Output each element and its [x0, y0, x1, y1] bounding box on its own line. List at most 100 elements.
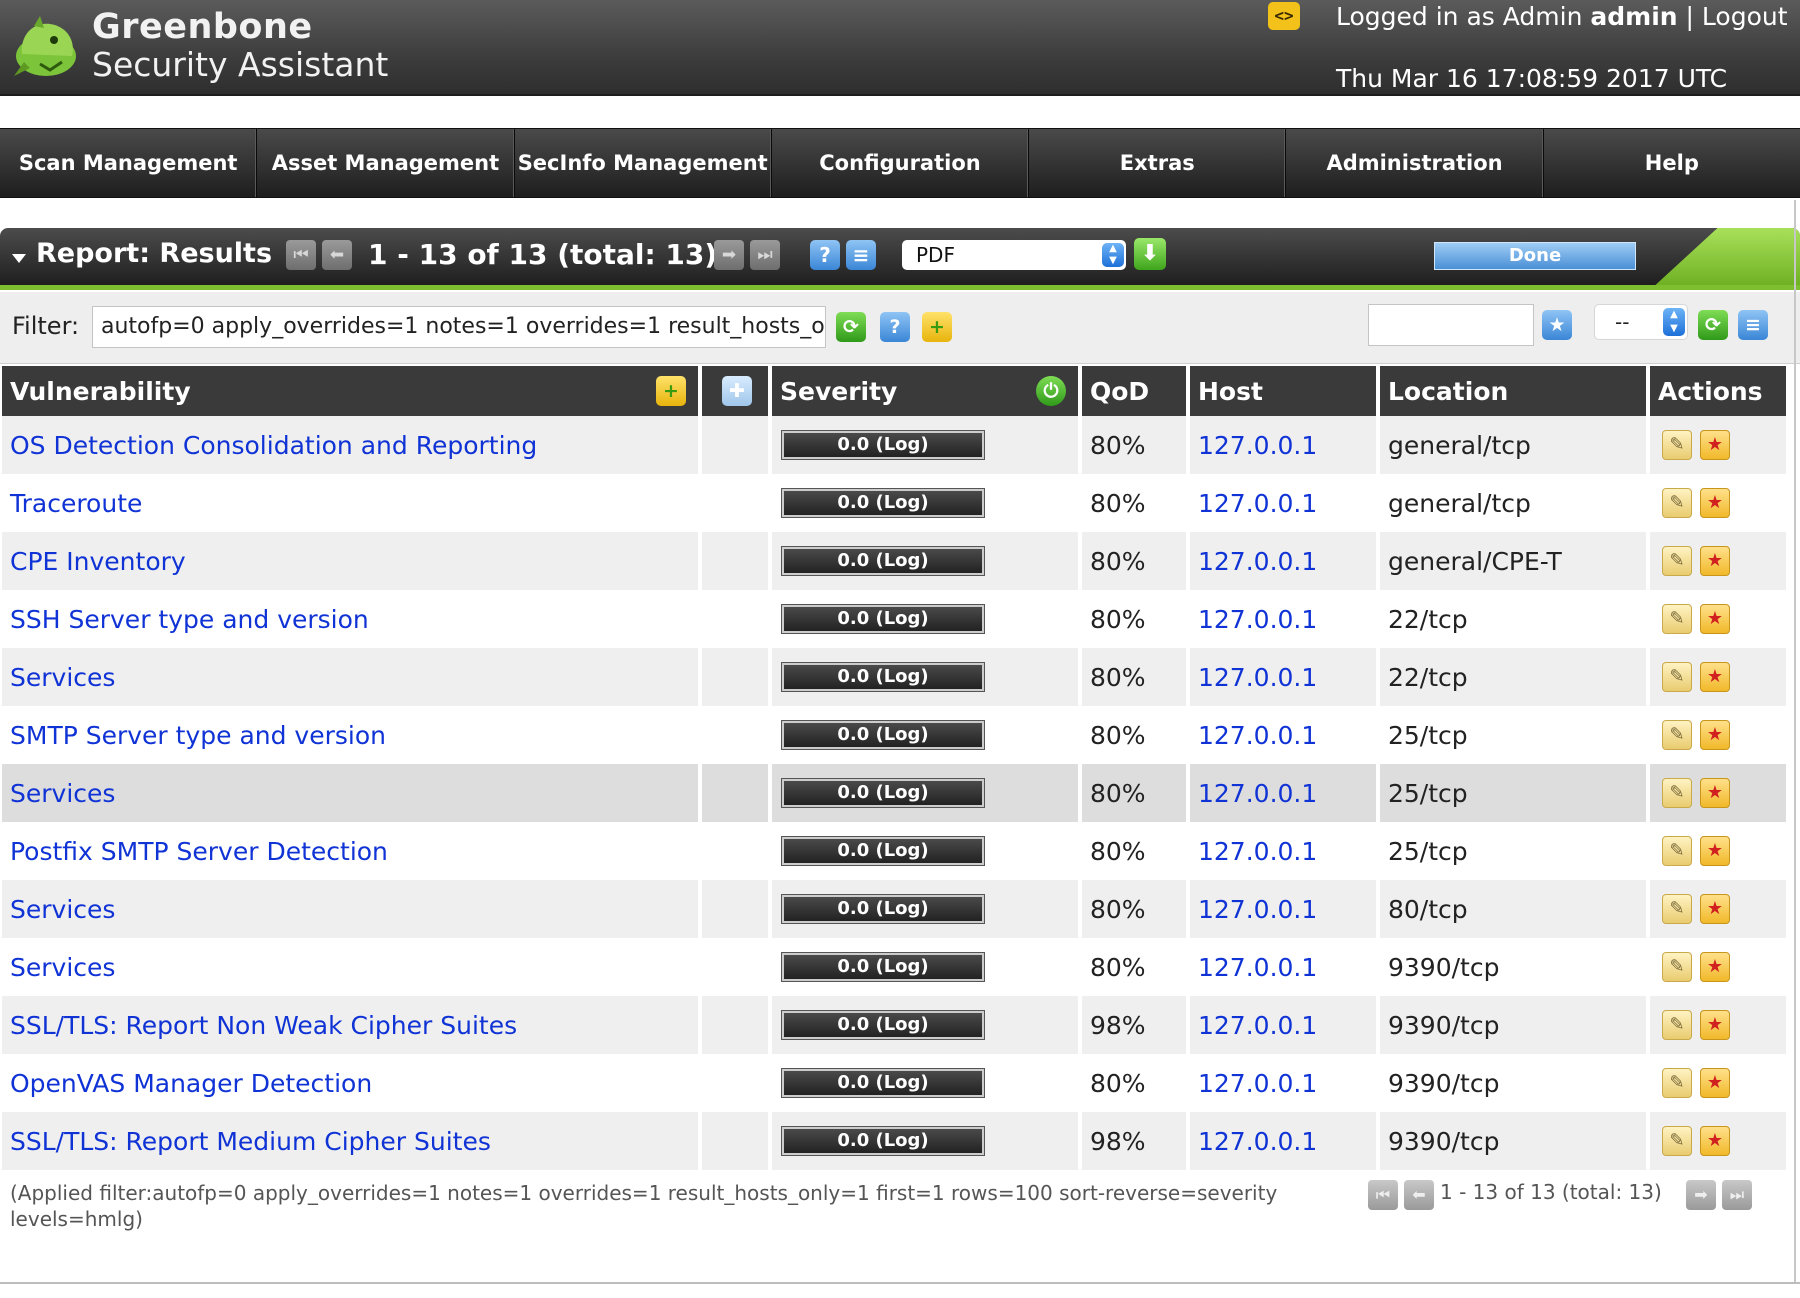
vulnerability-link[interactable]: OpenVAS Manager Detection: [10, 1069, 372, 1098]
column-host[interactable]: Host: [1190, 366, 1376, 416]
add-note-icon[interactable]: ✎: [1662, 1126, 1692, 1156]
host-cell: 127.0.0.1: [1190, 996, 1376, 1054]
add-note-icon[interactable]: ✎: [1662, 836, 1692, 866]
add-override-icon[interactable]: ★: [1700, 720, 1730, 750]
host-link[interactable]: 127.0.0.1: [1198, 547, 1317, 576]
add-note-icon[interactable]: ✎: [1662, 430, 1692, 460]
previous-page-icon[interactable]: ⬅: [322, 240, 352, 270]
vulnerability-link[interactable]: Traceroute: [10, 489, 142, 518]
nav-asset-management[interactable]: Asset Management: [257, 129, 515, 197]
add-override-icon[interactable]: ★: [1700, 952, 1730, 982]
add-override-icon[interactable]: ★: [1700, 836, 1730, 866]
vulnerability-link[interactable]: SSL/TLS: Report Non Weak Cipher Suites: [10, 1011, 517, 1040]
add-override-icon[interactable]: ★: [1700, 778, 1730, 808]
host-link[interactable]: 127.0.0.1: [1198, 779, 1317, 808]
filter-input[interactable]: autofp=0 apply_overrides=1 notes=1 overr…: [92, 306, 826, 348]
nav-administration[interactable]: Administration: [1286, 129, 1544, 197]
host-link[interactable]: 127.0.0.1: [1198, 1127, 1317, 1156]
collapse-toggle-icon[interactable]: [12, 254, 26, 263]
host-link[interactable]: 127.0.0.1: [1198, 837, 1317, 866]
column-location[interactable]: Location: [1380, 366, 1646, 416]
logout-link[interactable]: Logout: [1702, 2, 1788, 31]
download-icon[interactable]: ⬇: [1134, 238, 1166, 270]
host-link[interactable]: 127.0.0.1: [1198, 1011, 1317, 1040]
nav-scan-management[interactable]: Scan Management: [0, 129, 258, 197]
footer-previous-page-icon[interactable]: ⬅: [1404, 1180, 1434, 1210]
vulnerability-link[interactable]: Services: [10, 779, 115, 808]
plugin-cell: [702, 474, 768, 532]
column-vulnerability[interactable]: Vulnerability +: [2, 366, 698, 416]
host-link[interactable]: 127.0.0.1: [1198, 721, 1317, 750]
add-override-icon[interactable]: ★: [1700, 1126, 1730, 1156]
done-button[interactable]: Done: [1434, 242, 1636, 270]
vulnerability-link[interactable]: CPE Inventory: [10, 547, 186, 576]
first-page-icon[interactable]: ⏮: [286, 240, 316, 270]
host-link[interactable]: 127.0.0.1: [1198, 431, 1317, 460]
host-link[interactable]: 127.0.0.1: [1198, 489, 1317, 518]
add-note-icon[interactable]: ✎: [1662, 546, 1692, 576]
filter-name-input[interactable]: [1368, 304, 1534, 346]
vulnerability-link[interactable]: Services: [10, 663, 115, 692]
column-severity[interactable]: Severity ⏻: [772, 366, 1078, 416]
host-link[interactable]: 127.0.0.1: [1198, 1069, 1317, 1098]
host-link[interactable]: 127.0.0.1: [1198, 663, 1317, 692]
nav-configuration[interactable]: Configuration: [772, 129, 1030, 197]
star-icon[interactable]: ★: [1542, 310, 1572, 340]
vulnerability-link[interactable]: OS Detection Consolidation and Reporting: [10, 431, 537, 460]
severity-cell: 0.0 (Log): [772, 648, 1078, 706]
vulnerability-link[interactable]: Services: [10, 895, 115, 924]
add-note-icon[interactable]: ✎: [1662, 604, 1692, 634]
vulnerability-link[interactable]: Services: [10, 953, 115, 982]
switch-filter-icon[interactable]: ⟳: [1698, 310, 1728, 340]
add-override-icon[interactable]: ★: [1700, 604, 1730, 634]
help-icon[interactable]: ?: [810, 240, 840, 270]
nav-help[interactable]: Help: [1544, 129, 1800, 197]
add-note-icon[interactable]: ✎: [1662, 778, 1692, 808]
new-note-icon[interactable]: +: [656, 376, 686, 406]
add-override-icon[interactable]: ★: [1700, 1068, 1730, 1098]
column-qod[interactable]: QoD: [1082, 366, 1186, 416]
add-note-icon[interactable]: ✎: [1662, 662, 1692, 692]
add-note-icon[interactable]: ✎: [1662, 1068, 1692, 1098]
add-note-icon[interactable]: ✎: [1662, 894, 1692, 924]
filter-list-icon[interactable]: ≡: [1738, 310, 1768, 340]
vulnerability-link[interactable]: SSH Server type and version: [10, 605, 369, 634]
code-icon[interactable]: <>: [1268, 2, 1300, 30]
add-override-icon[interactable]: ★: [1700, 488, 1730, 518]
footer-next-page-icon[interactable]: ➡: [1686, 1180, 1716, 1210]
greenbone-logo-icon: [14, 16, 76, 76]
nav-extras[interactable]: Extras: [1029, 129, 1287, 197]
filter-help-icon[interactable]: ?: [880, 312, 910, 342]
add-note-icon[interactable]: ✎: [1662, 1010, 1692, 1040]
refresh-icon[interactable]: ⟳: [836, 312, 866, 342]
last-page-icon[interactable]: ⏭: [750, 240, 780, 270]
location-cell: 9390/tcp: [1380, 1054, 1646, 1112]
add-note-icon[interactable]: ✎: [1662, 952, 1692, 982]
actions-cell: ✎ ★: [1650, 938, 1786, 996]
list-icon[interactable]: ≡: [846, 240, 876, 270]
report-format-select[interactable]: PDF ▲ ▼: [902, 240, 1126, 270]
severity-bar: 0.0 (Log): [781, 952, 985, 982]
add-note-icon[interactable]: ✎: [1662, 488, 1692, 518]
saved-filter-select[interactable]: -- ▲ ▼: [1594, 304, 1688, 340]
new-filter-icon[interactable]: +: [922, 312, 952, 342]
add-override-icon[interactable]: ★: [1700, 430, 1730, 460]
add-override-icon[interactable]: ★: [1700, 894, 1730, 924]
host-link[interactable]: 127.0.0.1: [1198, 953, 1317, 982]
footer-first-page-icon[interactable]: ⏮: [1368, 1180, 1398, 1210]
add-note-icon[interactable]: ✎: [1662, 720, 1692, 750]
vulnerability-link[interactable]: SMTP Server type and version: [10, 721, 386, 750]
vulnerability-link[interactable]: SSL/TLS: Report Medium Cipher Suites: [10, 1127, 491, 1156]
vulnerability-link[interactable]: Postfix SMTP Server Detection: [10, 837, 388, 866]
actions-cell: ✎ ★: [1650, 474, 1786, 532]
auto-refresh-icon[interactable]: ⏻: [1036, 376, 1066, 406]
next-page-icon[interactable]: ➡: [714, 240, 744, 270]
host-link[interactable]: 127.0.0.1: [1198, 605, 1317, 634]
add-override-icon[interactable]: ★: [1700, 1010, 1730, 1040]
nav-secinfo-management[interactable]: SecInfo Management: [515, 129, 772, 197]
host-link[interactable]: 127.0.0.1: [1198, 895, 1317, 924]
add-override-icon[interactable]: ★: [1700, 546, 1730, 576]
add-override-icon[interactable]: ★: [1700, 662, 1730, 692]
footer-last-page-icon[interactable]: ⏭: [1722, 1180, 1752, 1210]
severity-cell: 0.0 (Log): [772, 590, 1078, 648]
